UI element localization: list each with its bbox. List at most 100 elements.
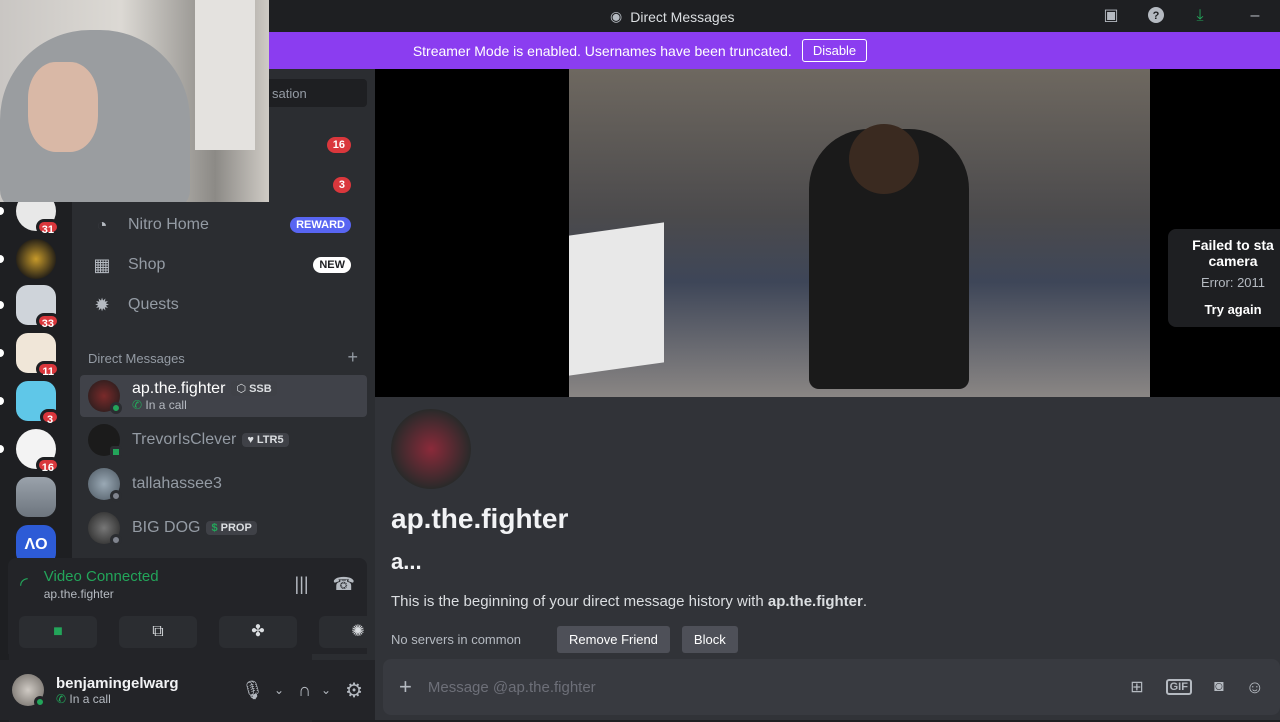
server-icon-8-glyph: ΛO: [24, 536, 48, 553]
dm-item[interactable]: TrevorIsClever ♥ LTR5: [80, 419, 367, 461]
attach-plus-icon[interactable]: +: [399, 674, 412, 700]
dm-actions: No servers in common Remove Friend Block: [391, 626, 867, 653]
beginning-prefix: This is the beginning of your direct mes…: [391, 593, 768, 610]
nav-label: Shop: [128, 256, 166, 273]
activities-icon: ✤: [251, 623, 265, 640]
chevron-down-icon[interactable]: ⌄: [274, 683, 284, 697]
call-icon: ✆: [56, 691, 67, 706]
dm-item[interactable]: BIG DOG $ PROP: [80, 507, 367, 549]
screen-share-button[interactable]: ⧉: [119, 616, 197, 648]
error-title: Failed to sta: [1192, 237, 1274, 253]
person-head: [849, 124, 919, 194]
unread-pip: [0, 397, 4, 405]
guild-tag-text: SSB: [249, 383, 272, 396]
message-composer: + Message @ap.the.fighter ⊞ GIF ◙ ☺: [383, 659, 1280, 715]
online-status-icon: [34, 696, 46, 708]
voice-status: Video Connected: [43, 568, 159, 585]
microphone-icon[interactable]: 🎙: [241, 680, 264, 701]
error-title-line2: camera: [1208, 253, 1258, 269]
user-avatar[interactable]: [12, 674, 46, 708]
unread-pip: [0, 445, 4, 453]
server-icon-3[interactable]: 33: [0, 285, 60, 330]
quests-icon: ✹: [94, 294, 110, 315]
help-icon[interactable]: ?: [1146, 6, 1166, 26]
unread-pip: [0, 207, 4, 215]
window-title: ◉ Direct Messages: [610, 8, 734, 25]
server-icon-5[interactable]: 3: [0, 381, 60, 426]
headphones-icon[interactable]: ∩: [298, 680, 311, 701]
shop-icon: ▦: [93, 254, 111, 275]
dm-item[interactable]: ap.the.fighter ⬡ SSB ✆ In a call: [80, 375, 367, 417]
mention-badge: 3: [40, 409, 60, 426]
new-badge: NEW: [313, 257, 351, 273]
gif-icon[interactable]: GIF: [1165, 679, 1192, 695]
sidebar-item-quests[interactable]: ✹ Quests: [80, 285, 367, 325]
server-icon-7[interactable]: [16, 477, 56, 517]
camera-button[interactable]: ■: [19, 616, 97, 648]
username: benjamingelwarg: [56, 674, 179, 692]
inbox-icon[interactable]: ▣: [1101, 6, 1121, 26]
gift-icon[interactable]: ⊞: [1130, 677, 1143, 697]
reward-badge: REWARD: [290, 217, 351, 233]
profile-avatar[interactable]: [391, 409, 471, 489]
beginning-name: ap.the.fighter: [767, 593, 863, 610]
voice-channel: ap.the.fighter: [43, 587, 114, 601]
avatar: [88, 512, 122, 546]
disable-streamer-mode-button[interactable]: Disable: [801, 39, 868, 62]
error-code: Error: 2011: [1200, 275, 1266, 290]
server-icon-4[interactable]: 11: [0, 333, 60, 378]
chevron-down-icon[interactable]: ⌄: [321, 683, 331, 697]
user-panel: benjamingelwarg ✆ In a call 🎙 ⌄ ∩ ⌄ ⚙: [0, 660, 375, 720]
message-input[interactable]: Message @ap.the.fighter: [428, 679, 1130, 696]
window-title-text: Direct Messages: [630, 8, 735, 25]
minimize-icon[interactable]: –: [1245, 6, 1265, 26]
main-content: Failed to sta camera Error: 2011 Try aga…: [375, 69, 1280, 720]
server-icon-6[interactable]: 16: [0, 429, 60, 474]
noise-suppression-icon[interactable]: |||: [295, 574, 309, 595]
door: [195, 0, 255, 150]
avatar: [88, 468, 122, 502]
discord-logo-icon: ◉: [610, 8, 623, 24]
emoji-icon[interactable]: ☺: [1246, 677, 1264, 698]
camera-icon: ■: [53, 623, 63, 640]
webcam-overlay: [0, 0, 269, 202]
voice-connected-panel: ◜ Video Connected ap.the.fighter ||| ☎ ■…: [8, 558, 397, 654]
dm-name: TrevorIsClever: [132, 431, 237, 448]
nav-label: Nitro Home: [128, 216, 209, 233]
activities-button[interactable]: ✤: [219, 616, 297, 648]
remote-video-stream[interactable]: [569, 69, 1150, 397]
mention-badge: 31: [35, 219, 60, 236]
create-dm-icon[interactable]: +: [347, 348, 358, 366]
nav-label: Quests: [128, 296, 179, 313]
sidebar-item-nitro-home[interactable]: ◔ Nitro Home REWARD: [80, 205, 367, 245]
dm-name: BIG DOG: [132, 519, 201, 536]
unread-pip: [0, 255, 4, 263]
guild-tag: $ PROP: [206, 521, 257, 535]
find-conversation-text: sation: [272, 86, 307, 101]
guild-tag-text: PROP: [220, 522, 252, 534]
guild-tag-text: LTR5: [256, 434, 284, 446]
server-icon-2[interactable]: [0, 239, 56, 279]
remove-friend-button[interactable]: Remove Friend: [557, 626, 670, 653]
profile-subtitle: a...: [391, 549, 422, 574]
download-icon[interactable]: ⤓: [1190, 6, 1210, 26]
online-status-icon: [110, 402, 122, 414]
profile-title: ap.the.fighter: [391, 503, 569, 534]
avatar: [88, 380, 122, 414]
try-again-button[interactable]: Try again: [1168, 302, 1280, 317]
banner-text: Streamer Mode is enabled. Usernames have…: [412, 42, 792, 59]
mutual-servers[interactable]: No servers in common: [391, 632, 521, 647]
settings-gear-icon[interactable]: ⚙: [345, 678, 363, 703]
guild-tag: ⬡ SSB: [231, 381, 277, 397]
sticker-icon[interactable]: ◙: [1214, 678, 1224, 696]
sidebar-item-shop[interactable]: ▦ Shop NEW: [80, 245, 367, 285]
dm-intro: ap.the.fighter a... This is the beginnin…: [391, 409, 867, 653]
camera-error-card: Failed to sta camera Error: 2011 Try aga…: [1168, 229, 1280, 327]
dm-item[interactable]: tallahassee3: [80, 463, 367, 505]
dm-subtext: In a call: [145, 398, 187, 412]
face: [28, 62, 98, 152]
dm-header-label: Direct Messages: [88, 351, 185, 366]
disconnect-icon[interactable]: ☎: [333, 574, 355, 595]
nitro-icon: ◔: [96, 214, 108, 235]
block-button[interactable]: Block: [681, 626, 738, 653]
